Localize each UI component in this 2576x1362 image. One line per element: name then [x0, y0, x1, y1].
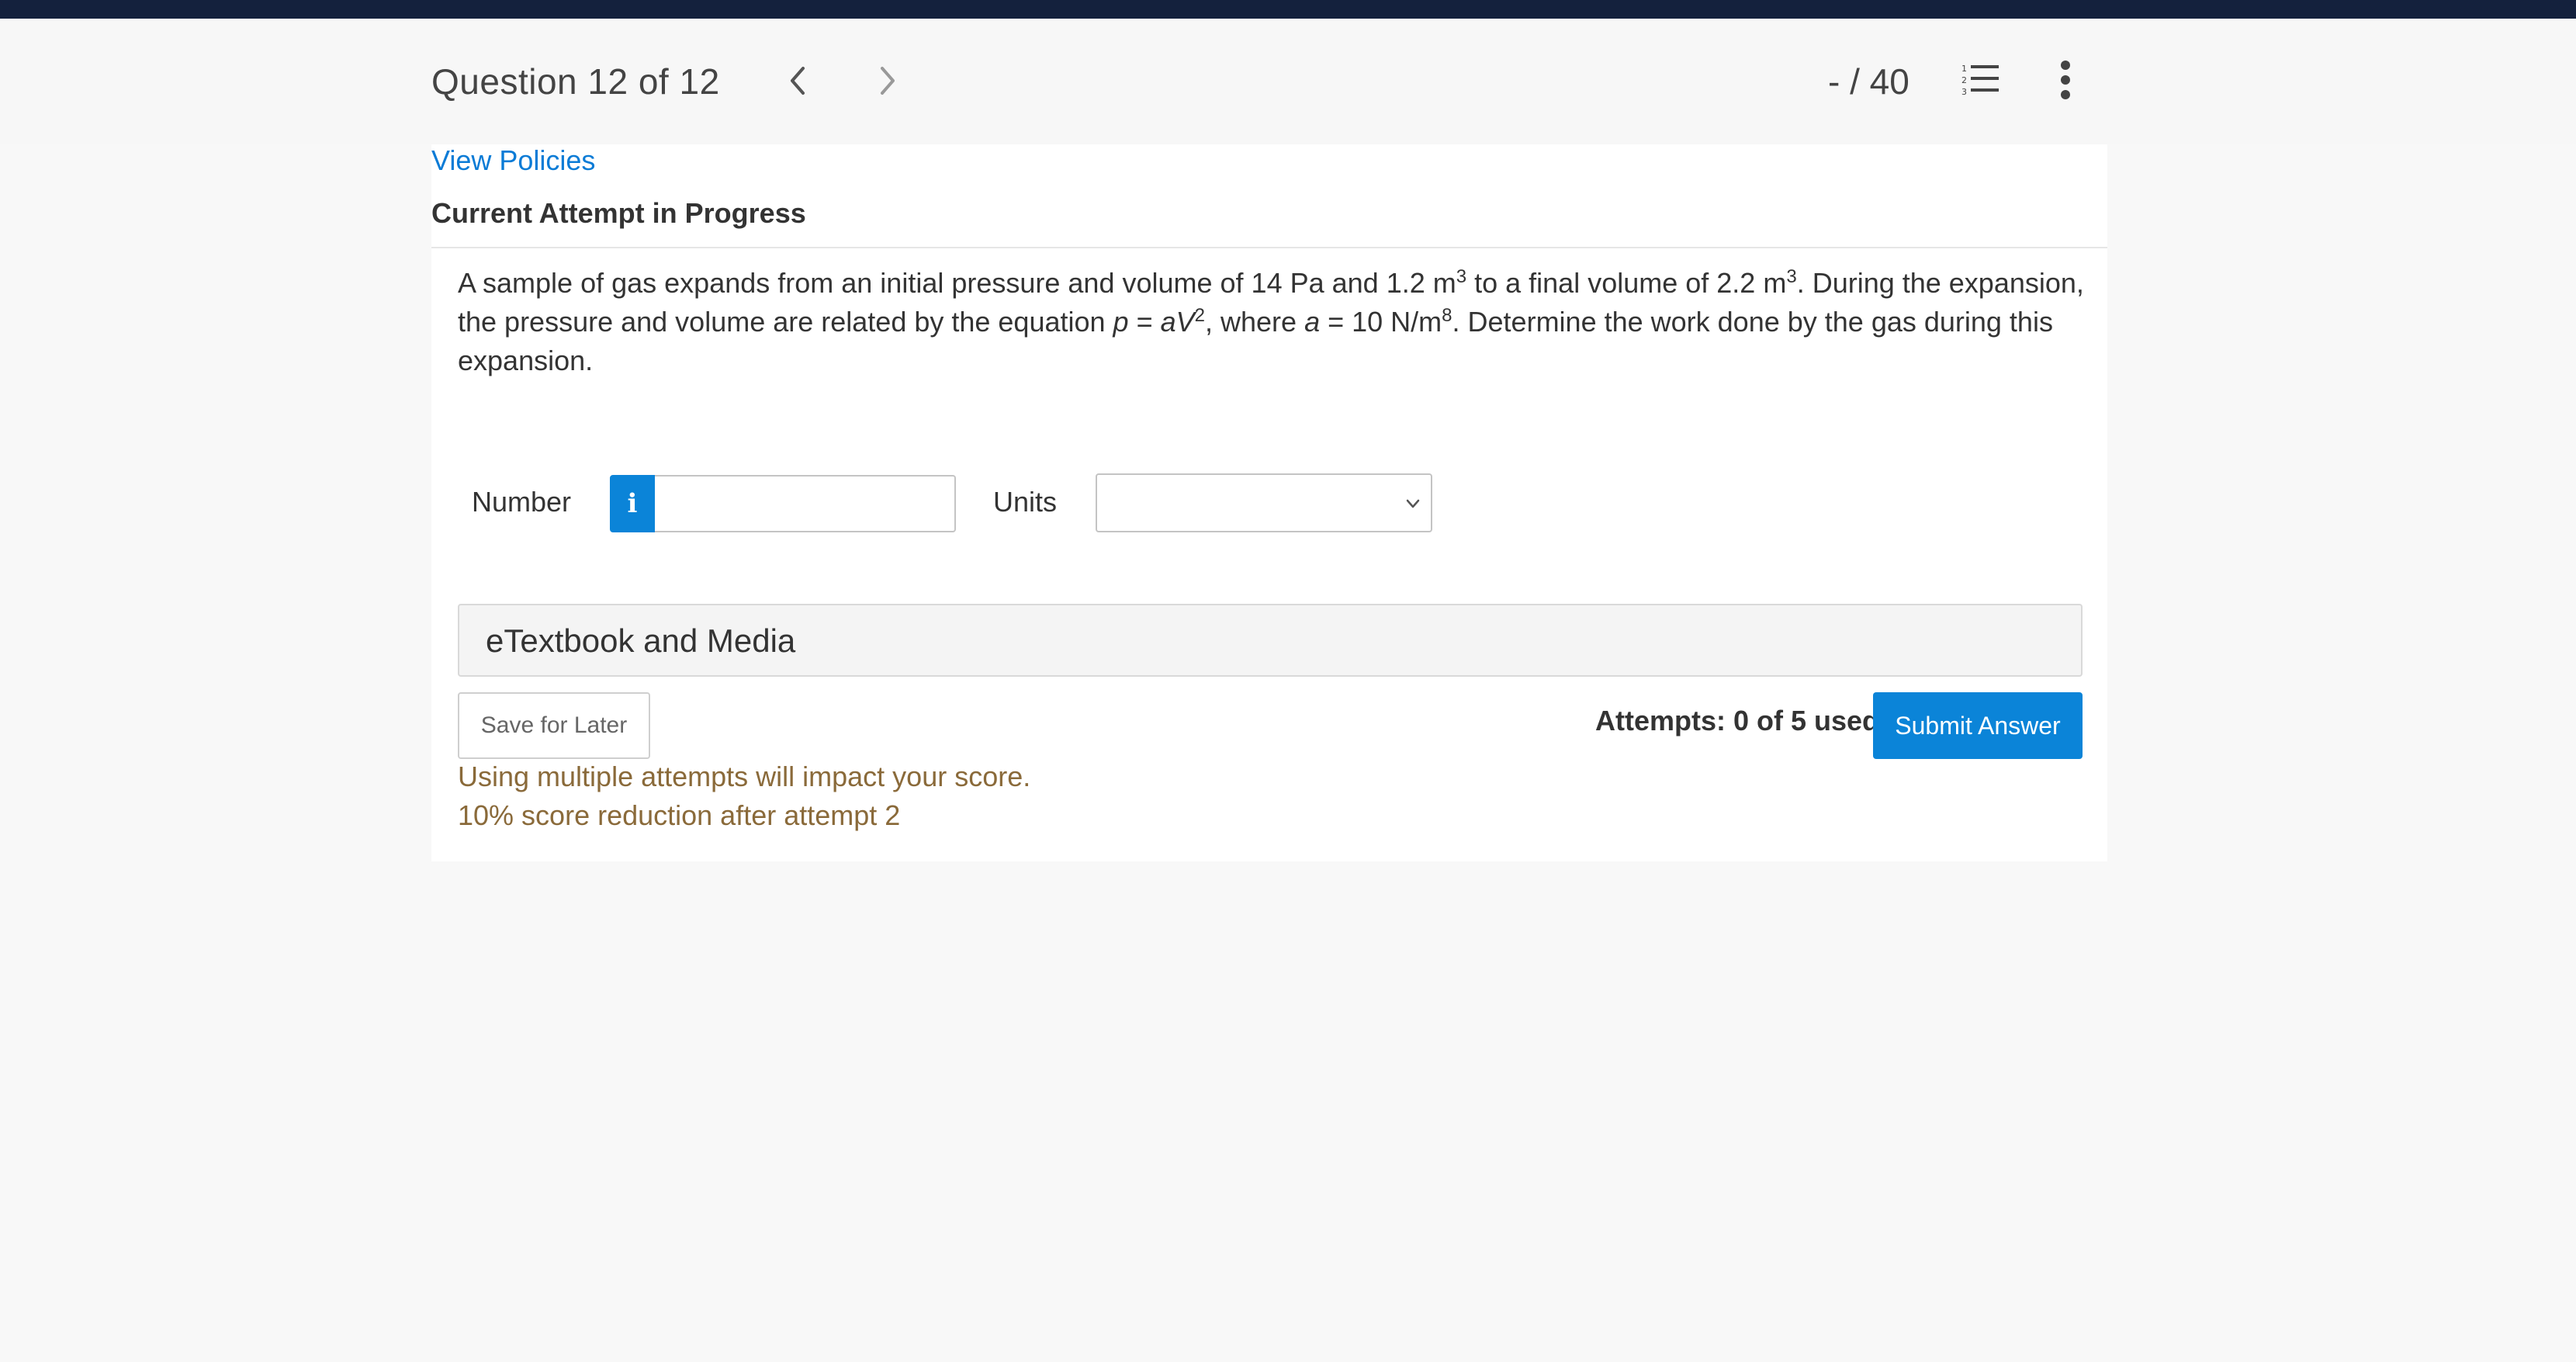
attempts-counter: Attempts: 0 of 5 used — [1595, 705, 1880, 736]
save-for-later-button[interactable]: Save for Later — [458, 692, 650, 759]
etextbook-media-panel[interactable]: eTextbook and Media — [458, 604, 2083, 677]
divider — [431, 247, 2107, 248]
info-button[interactable]: i — [610, 475, 655, 532]
chevron-left-icon — [791, 67, 805, 95]
units-select[interactable] — [1096, 473, 1432, 532]
svg-text:2: 2 — [1961, 75, 1967, 85]
previous-question-button[interactable] — [774, 59, 821, 102]
view-policies-link[interactable]: View Policies — [431, 144, 595, 177]
score-reduction-note: 10% score reduction after attempt 2 — [458, 799, 901, 831]
number-label: Number — [472, 486, 572, 518]
chevron-down-icon — [1406, 499, 1420, 508]
more-options-button[interactable] — [2048, 61, 2083, 99]
next-question-button[interactable] — [864, 59, 911, 102]
top-bar — [0, 0, 2576, 19]
number-input[interactable] — [655, 475, 956, 532]
info-icon: i — [627, 488, 638, 519]
more-vertical-icon — [2061, 61, 2070, 70]
question-title: Question 12 of 12 — [431, 61, 720, 102]
units-label: Units — [993, 486, 1058, 518]
question-text: A sample of gas expands from an initial … — [458, 266, 2084, 376]
numbered-list-icon: 1 2 3 — [1961, 64, 1999, 97]
svg-text:3: 3 — [1961, 87, 1967, 97]
question-header — [0, 19, 2576, 144]
submit-answer-button[interactable]: Submit Answer — [1873, 692, 2083, 759]
score-display: - / 40 — [1828, 61, 1909, 102]
attempt-status-heading: Current Attempt in Progress — [431, 197, 806, 229]
chevron-right-icon — [881, 67, 895, 95]
svg-text:1: 1 — [1961, 64, 1967, 74]
etextbook-label: eTextbook and Media — [486, 622, 796, 659]
question-list-button[interactable]: 1 2 3 — [1960, 62, 2000, 98]
attempts-warning: Using multiple attempts will impact your… — [458, 761, 1031, 792]
